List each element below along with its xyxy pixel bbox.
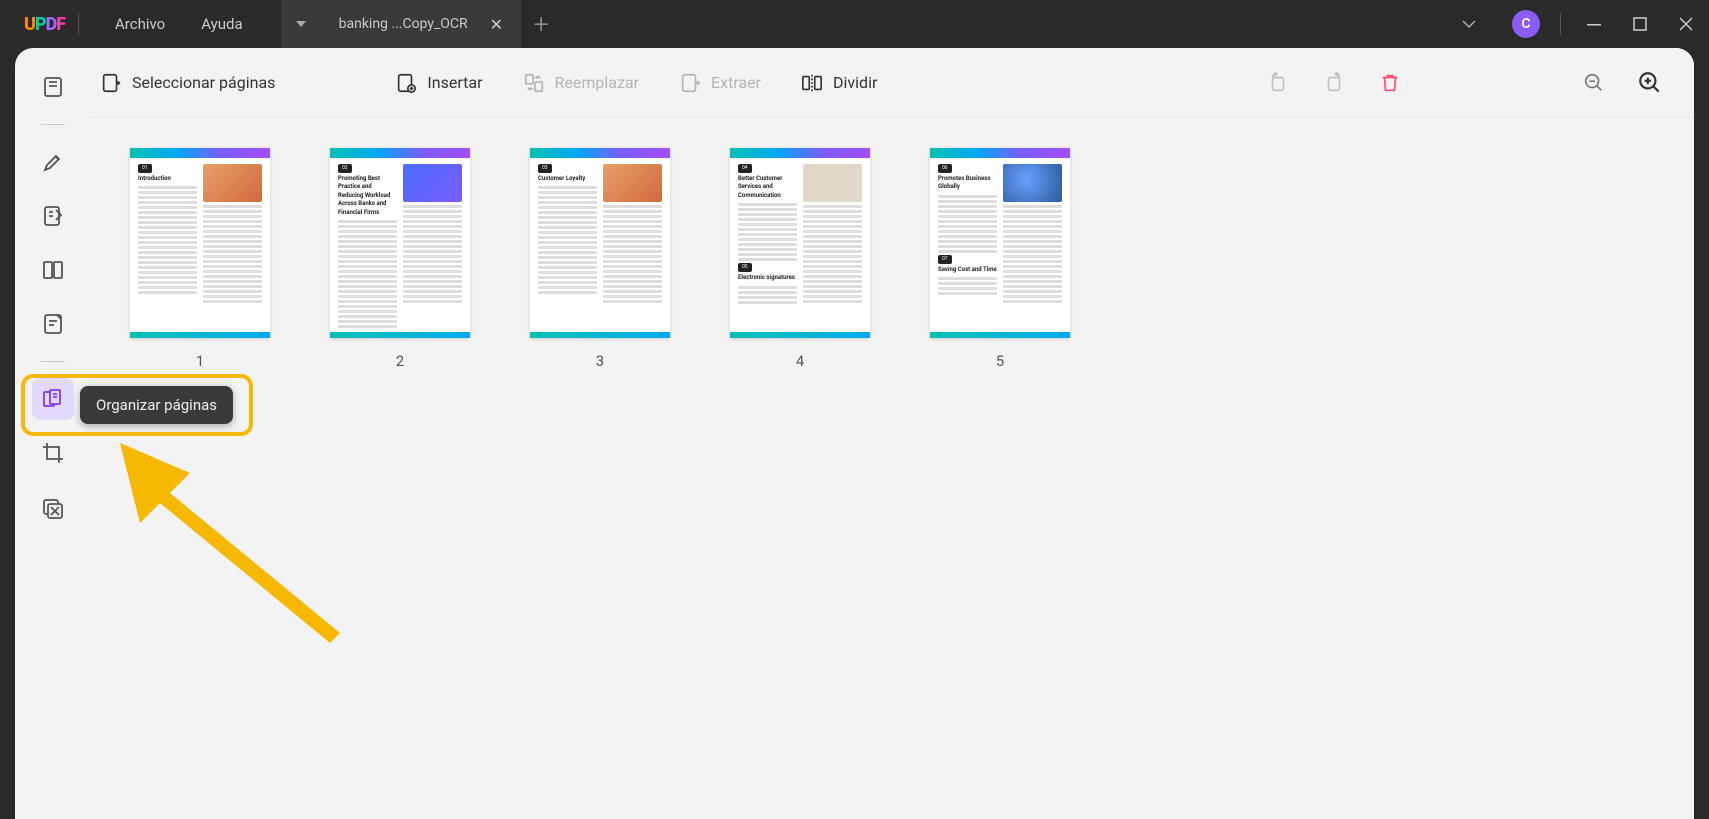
extract-icon bbox=[679, 72, 701, 94]
select-pages-icon bbox=[100, 72, 122, 94]
menu-file[interactable]: Archivo bbox=[97, 15, 183, 33]
window-close-icon[interactable] bbox=[1663, 0, 1709, 48]
page-number: 2 bbox=[396, 352, 404, 370]
new-tab-button[interactable]: ＋ bbox=[521, 0, 561, 48]
insert-button[interactable]: Insertar bbox=[395, 72, 482, 94]
sidebar-form-icon[interactable] bbox=[32, 303, 74, 345]
replace-button[interactable]: Reemplazar bbox=[523, 72, 640, 94]
page-number: 4 bbox=[796, 352, 804, 370]
rotate-right-icon[interactable] bbox=[1320, 69, 1348, 97]
tab-title: banking ...Copy_OCR bbox=[339, 16, 468, 32]
window-minimize-icon[interactable] bbox=[1571, 0, 1617, 48]
extract-label: Extraer bbox=[711, 73, 761, 92]
chevron-down-icon[interactable] bbox=[1462, 20, 1502, 28]
replace-icon bbox=[523, 72, 545, 94]
sidebar-pageview-icon[interactable] bbox=[32, 249, 74, 291]
tab-close-icon[interactable]: ✕ bbox=[490, 15, 503, 34]
sidebar bbox=[15, 48, 90, 819]
tab-area: banking ...Copy_OCR ✕ ＋ bbox=[281, 0, 561, 48]
page-number: 5 bbox=[996, 352, 1004, 370]
page-thumbnail[interactable]: 02 Promoting Best Practice and Reducing … bbox=[330, 148, 470, 370]
workspace: Organizar páginas Seleccionar páginas In… bbox=[15, 48, 1694, 819]
zoom-out-icon[interactable] bbox=[1580, 69, 1608, 97]
sidebar-highlighter-icon[interactable] bbox=[32, 141, 74, 183]
extract-button[interactable]: Extraer bbox=[679, 72, 761, 94]
page-number: 3 bbox=[596, 352, 604, 370]
select-pages-label: Seleccionar páginas bbox=[132, 73, 275, 92]
rotate-left-icon[interactable] bbox=[1264, 69, 1292, 97]
replace-label: Reemplazar bbox=[555, 73, 640, 92]
window-maximize-icon[interactable] bbox=[1617, 0, 1663, 48]
insert-label: Insertar bbox=[427, 73, 482, 92]
annotation-arrow bbox=[110, 433, 350, 643]
insert-icon bbox=[395, 72, 417, 94]
sidebar-crop-icon[interactable] bbox=[32, 432, 74, 474]
page-thumbnail[interactable]: 01 Introduction 1 bbox=[130, 148, 270, 370]
document-tab[interactable]: banking ...Copy_OCR ✕ bbox=[321, 0, 521, 48]
separator bbox=[1560, 13, 1561, 35]
delete-icon[interactable] bbox=[1376, 69, 1404, 97]
page-thumbnail[interactable]: 03 Customer Loyalty 3 bbox=[530, 148, 670, 370]
split-button[interactable]: Dividir bbox=[801, 72, 877, 94]
tooltip-organize-pages: Organizar páginas bbox=[80, 386, 233, 424]
app-logo: UPDF bbox=[0, 14, 60, 35]
titlebar: UPDF Archivo Ayuda banking ...Copy_OCR ✕… bbox=[0, 0, 1709, 48]
separator bbox=[41, 124, 65, 125]
page-thumbnail[interactable]: 06 Promotes Business Globally 07Saving C… bbox=[930, 148, 1070, 370]
sidebar-reader-icon[interactable] bbox=[32, 66, 74, 108]
separator bbox=[78, 13, 79, 35]
sidebar-edit-icon[interactable] bbox=[32, 195, 74, 237]
split-icon bbox=[801, 72, 823, 94]
user-avatar[interactable]: C bbox=[1512, 10, 1540, 38]
select-pages-button[interactable]: Seleccionar páginas bbox=[100, 72, 275, 94]
menu-help[interactable]: Ayuda bbox=[183, 15, 260, 33]
tab-dropdown[interactable] bbox=[281, 0, 321, 48]
action-bar: Seleccionar páginas Insertar Reemplazar bbox=[90, 48, 1694, 118]
thumbnail-row: 01 Introduction 1 02 Promoting Best Prac… bbox=[130, 148, 1654, 370]
separator bbox=[41, 361, 65, 362]
page-thumbnail[interactable]: 04 Better Customer Services and Communic… bbox=[730, 148, 870, 370]
zoom-in-icon[interactable] bbox=[1636, 69, 1664, 97]
split-label: Dividir bbox=[833, 73, 877, 92]
sidebar-redact-icon[interactable] bbox=[32, 486, 74, 528]
sidebar-organize-pages[interactable] bbox=[32, 378, 74, 420]
page-number: 1 bbox=[196, 352, 204, 370]
